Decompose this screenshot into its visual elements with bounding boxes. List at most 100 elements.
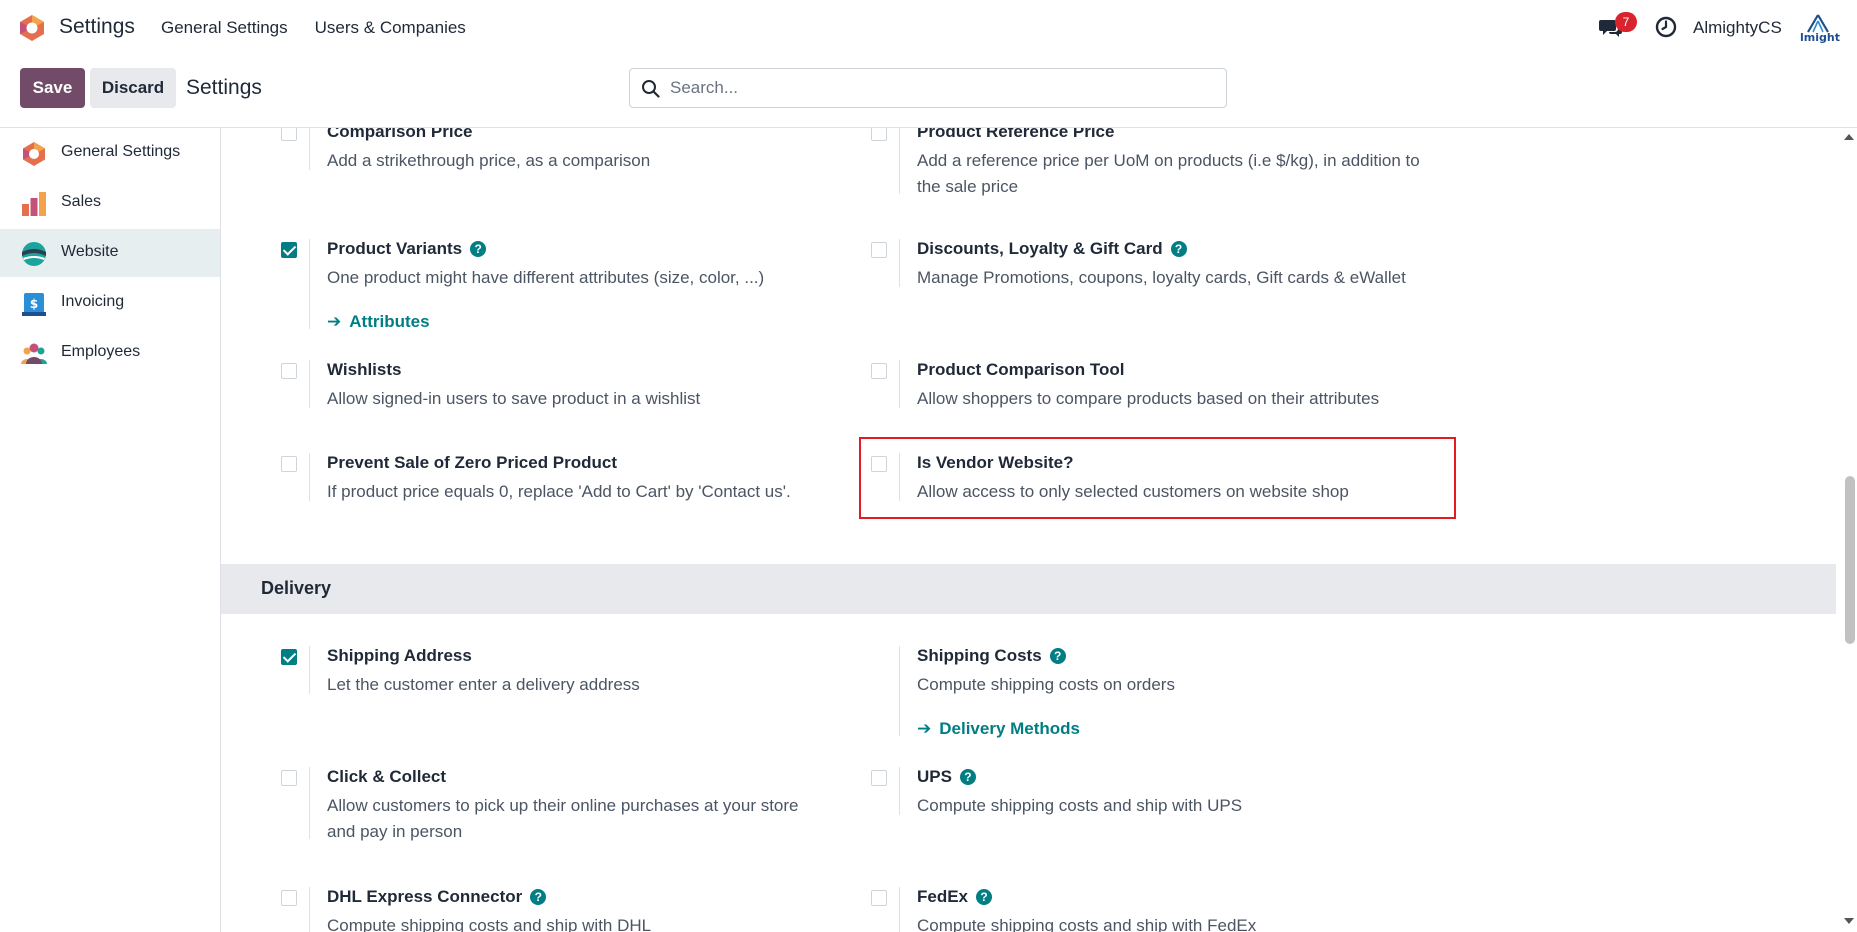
setting-description: Manage Promotions, coupons, loyalty card… [917,268,1406,287]
website-globe-icon [22,242,46,266]
search-input[interactable] [670,69,1210,107]
setting-title: Click & Collect [327,767,447,786]
attributes-link[interactable]: ➔ Attributes [327,312,430,332]
shipping-address-checkbox[interactable] [281,649,297,665]
divider [899,128,900,194]
scroll-thumb[interactable] [1845,476,1855,644]
help-icon[interactable]: ? [470,241,487,257]
discounts-checkbox[interactable] [871,242,887,258]
delivery-methods-link[interactable]: ➔ Delivery Methods [917,719,1080,739]
divider [309,239,310,329]
control-panel: Save Discard Settings [0,56,1857,128]
setting-title: Prevent Sale of Zero Priced Product [327,453,618,472]
vertical-scrollbar[interactable] [1840,128,1857,932]
scroll-up-arrow-icon[interactable] [1844,134,1854,140]
setting-prevent-zero-price-sale: Prevent Sale of Zero Priced Product If p… [281,453,821,513]
setting-shipping-address: Shipping Address Let the customer enter … [281,646,821,706]
setting-title-text: DHL Express Connector [327,887,523,906]
sidebar-item-label: Website [61,243,119,260]
prevent-zero-price-checkbox[interactable] [281,456,297,472]
sales-chart-icon [22,192,46,216]
sidebar-item-website[interactable]: Website [0,229,220,277]
divider [309,453,310,501]
setting-fedex: FedEx? Compute shipping costs and ship w… [871,887,1431,932]
setting-description: Let the customer enter a delivery addres… [327,675,640,694]
setting-ups: UPS? Compute shipping costs and ship wit… [871,767,1431,827]
setting-title: Shipping Costs? [917,646,1066,666]
setting-click-and-collect: Click & Collect Allow customers to pick … [281,767,821,847]
delivery-methods-link-label: Delivery Methods [939,719,1081,738]
top-navbar: Settings General Settings Users & Compan… [0,0,1857,56]
arrow-right-icon: ➔ [917,719,932,738]
divider [899,887,900,932]
product-comparison-tool-checkbox[interactable] [871,363,887,379]
setting-description: Compute shipping costs and ship with DHL [327,916,652,932]
setting-title: Shipping Address [327,646,472,665]
ups-checkbox[interactable] [871,770,887,786]
sidebar-item-general-settings[interactable]: General Settings [0,129,220,177]
divider [309,767,310,839]
sidebar-item-label: Invoicing [61,293,125,310]
help-icon[interactable]: ? [1049,648,1066,664]
dhl-checkbox[interactable] [281,890,297,906]
setting-description: Compute shipping costs and ship with Fed… [917,916,1257,932]
sidebar-item-label: General Settings [61,143,181,160]
highlight-annotation-box [859,437,1456,519]
activity-clock-icon[interactable] [1655,16,1677,38]
menu-users-companies[interactable]: Users & Companies [315,18,466,38]
setting-title-text: Discounts, Loyalty & Gift Card [917,239,1163,258]
setting-title-text: UPS [917,767,952,786]
setting-title-text: Product Variants [327,239,463,258]
chat-badge: 7 [1615,12,1637,32]
search-icon [642,80,660,98]
setting-product-reference-price: Product Reference Price Add a reference … [871,128,1431,202]
product-reference-price-checkbox[interactable] [871,128,887,141]
setting-description: If product price equals 0, replace 'Add … [327,482,791,501]
divider [309,646,310,694]
sidebar-item-employees[interactable]: Employees [0,329,220,377]
help-icon[interactable]: ? [1170,241,1187,257]
scroll-down-arrow-icon[interactable] [1844,918,1854,924]
setting-title-text: FedEx [917,887,969,906]
invoice-dollar-icon: $ [22,293,46,316]
setting-product-variants: Product Variants? One product might have… [281,239,821,331]
odoo-logo-icon [23,142,45,166]
setting-description: Add a strikethrough price, as a comparis… [327,151,651,170]
setting-title: Comparison Price [327,128,473,141]
odoo-app-icon[interactable] [18,14,46,42]
company-logo[interactable]: lmight [1799,14,1840,44]
setting-shipping-costs: Shipping Costs? Compute shipping costs o… [871,646,1431,738]
menu-general-settings[interactable]: General Settings [161,18,288,38]
setting-title: Wishlists [327,360,402,379]
section-header-delivery: Delivery [221,564,1836,614]
divider [899,239,900,287]
wishlists-checkbox[interactable] [281,363,297,379]
divider [899,646,900,736]
setting-product-comparison-tool: Product Comparison Tool Allow shoppers t… [871,360,1431,420]
fedex-checkbox[interactable] [871,890,887,906]
divider [309,360,310,408]
click-collect-checkbox[interactable] [281,770,297,786]
app-name[interactable]: Settings [59,15,135,39]
help-icon[interactable]: ? [976,889,993,905]
breadcrumb: Settings [186,76,262,99]
product-variants-checkbox[interactable] [281,242,297,258]
setting-title-text: Shipping Costs [917,646,1042,665]
sidebar-item-invoicing[interactable]: $ Invoicing [0,279,220,327]
sidebar-item-sales[interactable]: Sales [0,179,220,227]
help-icon[interactable]: ? [530,889,547,905]
setting-discounts-loyalty-gift-card: Discounts, Loyalty & Gift Card? Manage P… [871,239,1431,299]
comparison-price-checkbox[interactable] [281,128,297,141]
settings-sidebar: General Settings Sales Website $ Invoici… [0,128,221,932]
discard-button[interactable]: Discard [90,68,176,108]
help-icon[interactable]: ? [959,769,976,785]
divider [309,887,310,932]
svg-text:$: $ [30,297,38,311]
section-title: Delivery [261,578,332,598]
setting-title: UPS? [917,767,976,787]
setting-title: DHL Express Connector? [327,887,547,907]
user-menu[interactable]: AlmightyCS [1693,18,1782,38]
search-bar[interactable] [629,68,1227,108]
company-logo-text: lmight [1800,31,1840,44]
save-button[interactable]: Save [20,68,85,108]
